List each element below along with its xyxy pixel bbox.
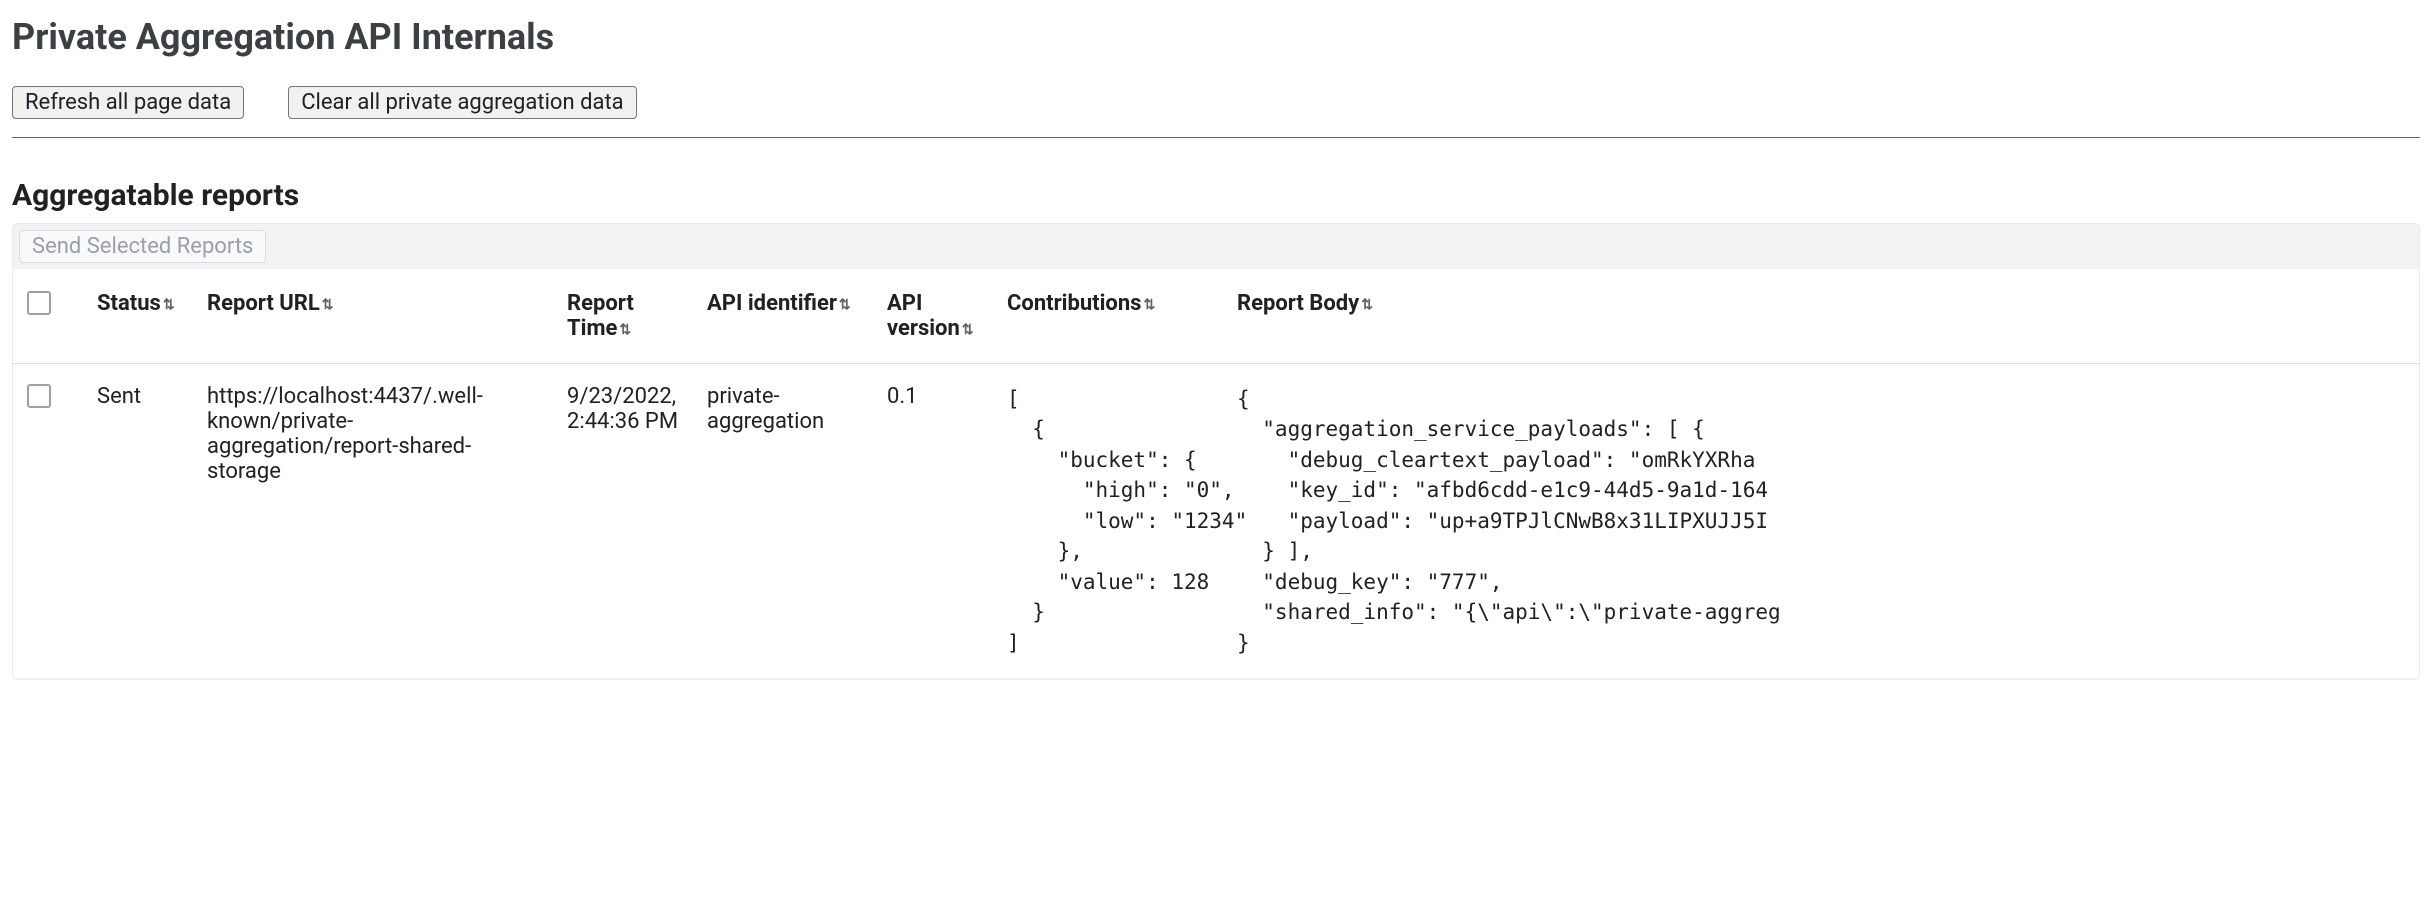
header-report-body[interactable]: Report Body⇅: [1223, 269, 2419, 364]
table-row: Sent https://localhost:4437/.well-known/…: [13, 364, 2419, 679]
section-title: Aggregatable reports: [12, 178, 2420, 213]
cell-api-version: 0.1: [873, 364, 993, 679]
header-status[interactable]: Status⇅: [83, 269, 193, 364]
sort-icon: ⇅: [839, 298, 851, 312]
sort-icon: ⇅: [1361, 298, 1373, 312]
header-api-version-label: API version: [887, 291, 960, 341]
row-checkbox-cell: [13, 364, 83, 679]
row-select-checkbox[interactable]: [27, 384, 51, 408]
table-toolbar: Send Selected Reports: [13, 224, 2419, 269]
header-api-identifier-label: API identifier: [707, 291, 837, 316]
page-title: Private Aggregation API Internals: [12, 16, 2420, 58]
cell-report-body: { "aggregation_service_payloads": [ { "d…: [1223, 364, 2419, 679]
contributions-pre: [ { "bucket": { "high": "0", "low": "123…: [1007, 384, 1209, 658]
clear-data-button[interactable]: Clear all private aggregation data: [288, 86, 636, 119]
send-selected-button[interactable]: Send Selected Reports: [19, 230, 266, 263]
cell-status: Sent: [83, 364, 193, 679]
select-all-checkbox[interactable]: [27, 291, 51, 315]
top-toolbar: Refresh all page data Clear all private …: [12, 86, 2420, 138]
header-api-version[interactable]: API version⇅: [873, 269, 993, 364]
header-status-label: Status: [97, 291, 161, 316]
sort-icon: ⇅: [322, 298, 334, 312]
header-checkbox-cell: [13, 269, 83, 364]
header-contributions-label: Contributions: [1007, 291, 1141, 316]
reports-table-container: Send Selected Reports Status⇅: [12, 223, 2420, 680]
table-header-row: Status⇅ Report URL⇅ Report Time⇅ API ide…: [13, 269, 2419, 364]
report-body-pre: { "aggregation_service_payloads": [ { "d…: [1237, 384, 2405, 658]
sort-icon: ⇅: [619, 323, 631, 337]
cell-api-identifier: private-aggregation: [693, 364, 873, 679]
header-contributions[interactable]: Contributions⇅: [993, 269, 1223, 364]
header-report-url-label: Report URL: [207, 291, 320, 316]
reports-table: Status⇅ Report URL⇅ Report Time⇅ API ide…: [13, 269, 2419, 679]
header-report-time[interactable]: Report Time⇅: [553, 269, 693, 364]
refresh-button[interactable]: Refresh all page data: [12, 86, 244, 119]
sort-icon: ⇅: [1143, 298, 1155, 312]
cell-contributions: [ { "bucket": { "high": "0", "low": "123…: [993, 364, 1223, 679]
sort-icon: ⇅: [163, 298, 175, 312]
cell-report-time: 9/23/2022, 2:44:36 PM: [553, 364, 693, 679]
header-api-identifier[interactable]: API identifier⇅: [693, 269, 873, 364]
cell-report-url: https://localhost:4437/.well-known/priva…: [193, 364, 553, 679]
header-report-body-label: Report Body: [1237, 291, 1359, 316]
sort-icon: ⇅: [962, 323, 974, 337]
header-report-url[interactable]: Report URL⇅: [193, 269, 553, 364]
